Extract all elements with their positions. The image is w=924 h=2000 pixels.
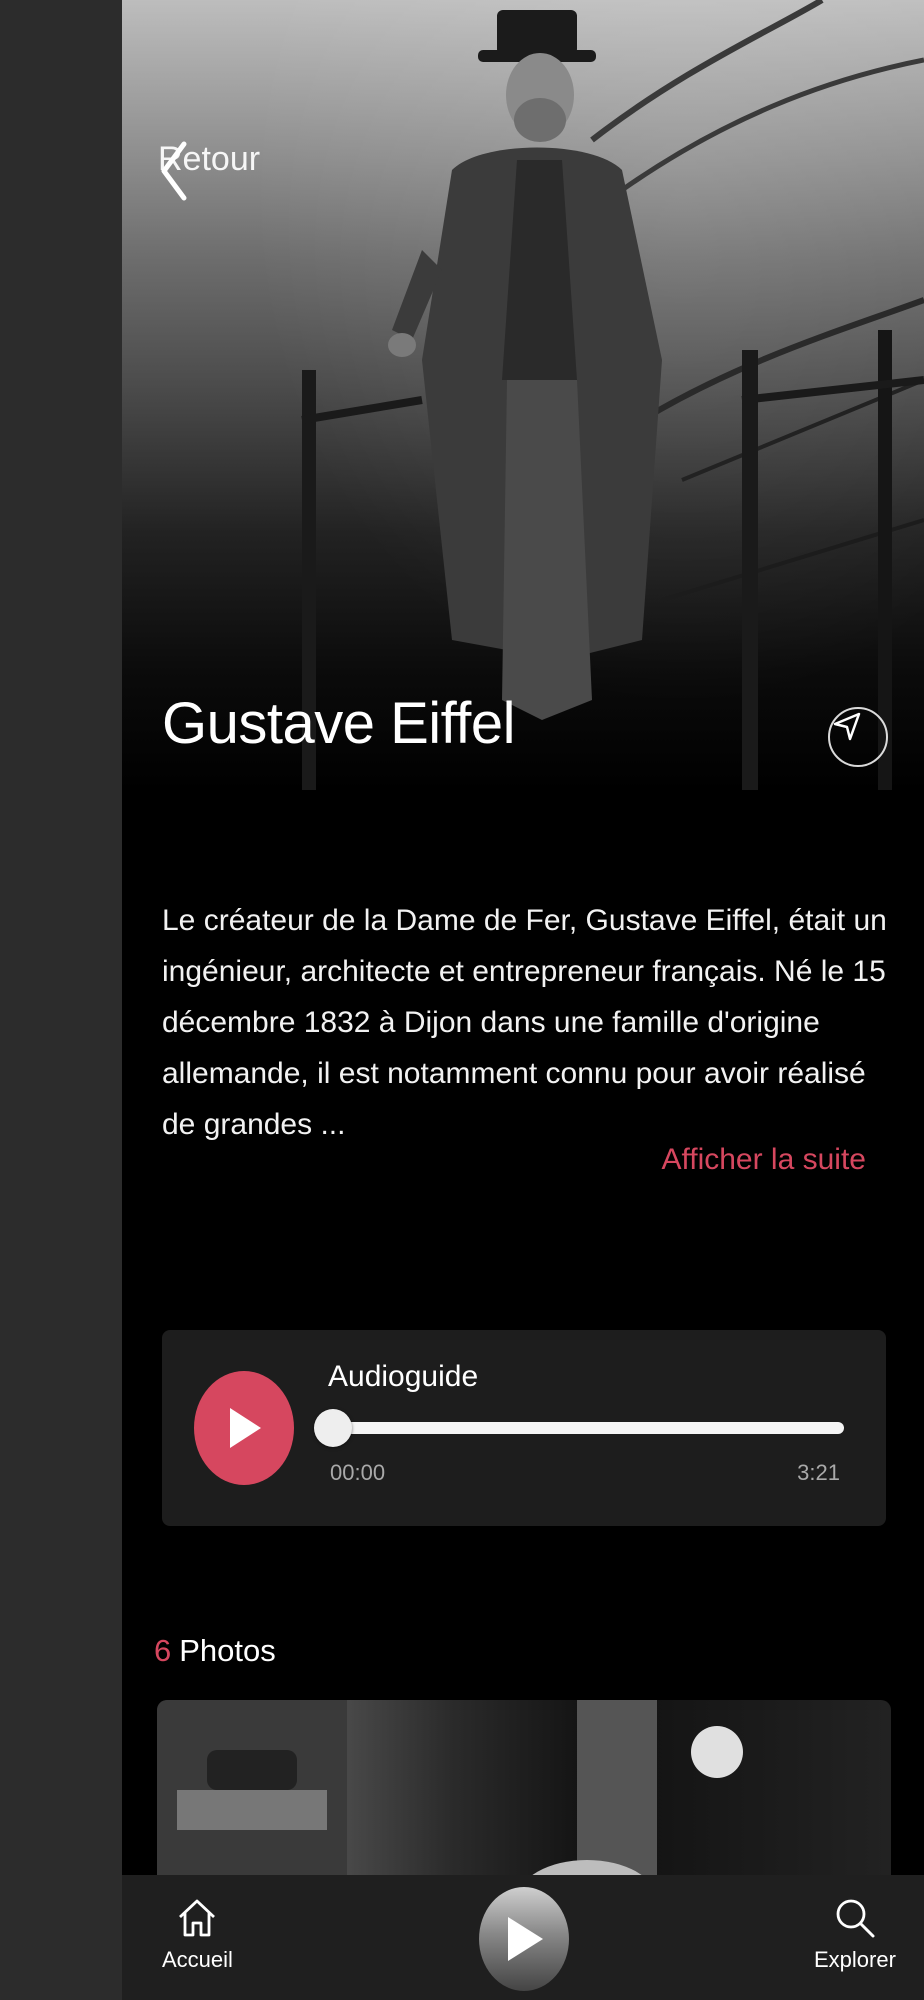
tab-explore-label: Explorer [814, 1947, 896, 1972]
play-button[interactable] [194, 1371, 294, 1485]
audio-progress-track[interactable] [328, 1422, 844, 1434]
photos-count: 6 [154, 1633, 172, 1668]
page-title: Gustave Eiffel [162, 691, 516, 756]
audio-title: Audioguide [328, 1360, 479, 1393]
chevron-left-icon [161, 141, 187, 201]
search-icon [836, 1899, 875, 1938]
tab-home[interactable]: Accueil [162, 1895, 233, 1973]
home-icon [179, 1899, 216, 1937]
audio-duration: 3:21 [797, 1460, 840, 1485]
tab-explore[interactable]: Explorer [814, 1895, 896, 1973]
play-icon [230, 1408, 261, 1448]
audio-player: Audioguide 00:00 3:21 [162, 1330, 886, 1526]
tab-home-label: Accueil [162, 1947, 233, 1972]
tab-bar: Accueil Explorer [122, 1875, 924, 2000]
show-more-link[interactable]: Afficher la suite [661, 1143, 866, 1177]
navigate-button[interactable] [828, 707, 888, 767]
left-panel-edge [0, 0, 122, 2000]
description-text: Le créateur de la Dame de Fer, Gustave E… [162, 904, 887, 1141]
app-screen: Retour Gustave Eiffel Le créateur de la … [122, 0, 924, 2000]
hero-photo: Retour Gustave Eiffel [122, 0, 924, 860]
navigation-arrow-icon [833, 712, 861, 741]
photos-label: Photos [179, 1633, 276, 1668]
audio-progress-handle[interactable] [314, 1409, 352, 1447]
audio-current-time: 00:00 [330, 1460, 386, 1485]
play-icon [508, 1917, 543, 1961]
photos-heading: 6 Photos [154, 1633, 276, 1669]
back-button[interactable]: Retour [158, 140, 260, 201]
now-playing-button[interactable] [479, 1887, 569, 1991]
